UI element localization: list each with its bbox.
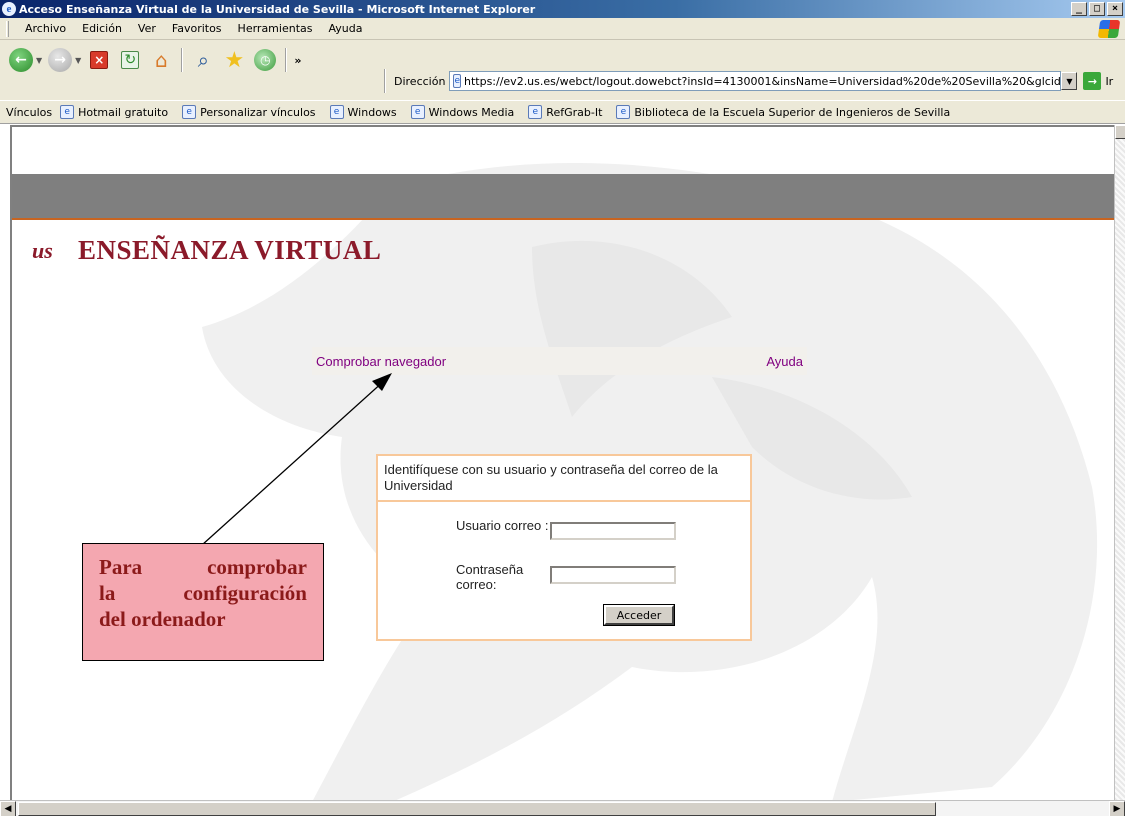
link-refgrab[interactable]: e RefGrab-It <box>528 105 602 119</box>
window-titlebar: e Acceso Enseñanza Virtual de la Univers… <box>0 0 1125 18</box>
link-label: Biblioteca de la Escuela Superior de Ing… <box>634 105 951 119</box>
callout-text: la <box>99 581 116 605</box>
login-instructions: Identifíquese con su usuario y contraseñ… <box>378 456 750 502</box>
link-hotmail[interactable]: e Hotmail gratuito <box>60 105 168 119</box>
toolbar-separator <box>285 48 288 72</box>
page-viewport[interactable]: us ENSEÑANZA VIRTUAL Comprobar navegador… <box>10 125 1114 800</box>
maximize-button[interactable]: □ <box>1089 2 1105 16</box>
minimize-button[interactable]: _ <box>1071 2 1087 16</box>
page-icon: e <box>60 105 75 119</box>
link-label: Windows Media <box>428 105 515 119</box>
password-row: Contraseña correo: <box>456 562 676 592</box>
page-navbar: Comprobar navegador Ayuda <box>312 347 807 375</box>
address-url: https://ev2.us.es/webct/logout.dowebct?i… <box>463 74 1061 88</box>
go-arrow-icon: → <box>1083 72 1102 90</box>
menu-edicion[interactable]: Edición <box>74 22 130 35</box>
menu-archivo[interactable]: Archivo <box>17 22 74 35</box>
brand-title: ENSEÑANZA VIRTUAL <box>78 235 382 265</box>
link-label: Windows <box>347 105 397 119</box>
callout-text: Para <box>99 555 143 579</box>
toolbar-grip[interactable] <box>6 20 9 37</box>
username-input[interactable] <box>550 522 676 540</box>
university-seal-icon: us <box>32 237 53 263</box>
header-band <box>12 174 1114 220</box>
close-button[interactable]: × <box>1107 2 1123 16</box>
refresh-icon: ↻ <box>121 51 140 69</box>
callout-text: comprobar <box>207 555 307 579</box>
window-title: Acceso Enseñanza Virtual de la Universid… <box>19 2 536 16</box>
page-icon: e <box>453 74 461 88</box>
toolbar-separator <box>384 69 386 93</box>
link-windows-media[interactable]: e Windows Media <box>410 105 515 119</box>
password-input[interactable] <box>550 566 676 584</box>
links-label: Vínculos <box>6 105 53 119</box>
check-browser-link[interactable]: Comprobar navegador <box>316 354 446 369</box>
stop-icon: × <box>90 51 109 69</box>
address-bar: Dirección e https://ev2.us.es/webct/logo… <box>382 69 1125 93</box>
login-panel: Identifíquese con su usuario y contraseñ… <box>376 454 752 641</box>
callout-text: del ordenador <box>99 607 226 631</box>
internet-explorer-icon: e <box>2 2 16 16</box>
navigation-buttons: ← ▼ → ▼ × ↻ ⌂ ⌕ ★ ◷ » <box>8 44 301 76</box>
brand-header: us ENSEÑANZA VIRTUAL <box>32 235 381 266</box>
forward-dropdown-icon[interactable]: ▼ <box>75 56 81 65</box>
page-icon: e <box>528 105 543 119</box>
submit-button[interactable]: Acceder <box>603 604 675 626</box>
callout-text: configuración <box>183 581 307 605</box>
menu-bar: Archivo Edición Ver Favoritos Herramient… <box>0 18 1125 40</box>
stop-button[interactable]: × <box>86 47 112 73</box>
address-dropdown-button[interactable]: ▼ <box>1061 72 1078 90</box>
link-windows[interactable]: e Windows <box>329 105 397 119</box>
links-bar: Vínculos e Hotmail gratuito e Personalizar… <box>0 100 1125 124</box>
back-arrow-icon: ← <box>9 48 33 72</box>
favorites-button[interactable]: ★ <box>221 47 247 73</box>
horizontal-scroll-thumb[interactable] <box>18 802 936 816</box>
standard-toolbar: ← ▼ → ▼ × ↻ ⌂ ⌕ ★ ◷ » Dirección e https:… <box>0 40 1125 100</box>
search-button[interactable]: ⌕ <box>190 47 216 73</box>
history-icon: ◷ <box>254 49 277 71</box>
windows-flag-icon <box>1097 20 1121 38</box>
scroll-up-button[interactable] <box>1115 125 1125 139</box>
page-icon: e <box>410 105 425 119</box>
refresh-button[interactable]: ↻ <box>117 47 143 73</box>
annotation-callout: Para comprobar la configuración del ordena… <box>82 543 324 661</box>
username-row: Usuario correo : <box>456 518 676 540</box>
home-button[interactable]: ⌂ <box>148 47 174 73</box>
star-icon: ★ <box>224 47 245 73</box>
scroll-left-button[interactable]: ◀ <box>0 801 16 816</box>
menu-ayuda[interactable]: Ayuda <box>320 22 370 35</box>
horizontal-scrollbar[interactable]: ◀ ▶ <box>0 800 1125 816</box>
address-label: Dirección <box>394 74 446 88</box>
forward-arrow-icon: → <box>48 48 73 72</box>
history-button[interactable]: ◷ <box>252 47 278 73</box>
go-button[interactable]: → Ir <box>1083 72 1113 90</box>
window-controls: _ □ × <box>1071 2 1123 16</box>
password-label: Contraseña correo: <box>456 562 524 592</box>
menu-herramientas[interactable]: Herramientas <box>230 22 321 35</box>
forward-button[interactable]: → <box>47 47 73 73</box>
link-label: Hotmail gratuito <box>78 105 169 119</box>
link-personalizar[interactable]: e Personalizar vínculos <box>182 105 316 119</box>
address-input[interactable]: e https://ev2.us.es/webct/logout.dowebct… <box>449 71 1062 91</box>
link-biblioteca[interactable]: e Biblioteca de la Escuela Superior de In… <box>616 105 950 119</box>
toolbar-separator <box>181 48 184 72</box>
menu-ver[interactable]: Ver <box>130 22 164 35</box>
back-button[interactable]: ← <box>8 47 34 73</box>
page-icon: e <box>329 105 344 119</box>
help-link[interactable]: Ayuda <box>766 354 803 369</box>
back-dropdown-icon[interactable]: ▼ <box>36 56 42 65</box>
go-label: Ir <box>1105 74 1114 88</box>
username-label: Usuario correo : <box>456 518 549 533</box>
toolbar-overflow-chevron[interactable]: » <box>294 54 301 67</box>
menu-favoritos[interactable]: Favoritos <box>164 22 230 35</box>
search-icon: ⌕ <box>197 48 209 72</box>
link-label: RefGrab-It <box>546 105 603 119</box>
vertical-scrollbar[interactable] <box>1114 125 1125 800</box>
page-icon: e <box>182 105 197 119</box>
scroll-right-button[interactable]: ▶ <box>1109 801 1125 816</box>
page-icon: e <box>616 105 631 119</box>
home-icon: ⌂ <box>154 48 168 72</box>
link-label: Personalizar vínculos <box>200 105 316 119</box>
